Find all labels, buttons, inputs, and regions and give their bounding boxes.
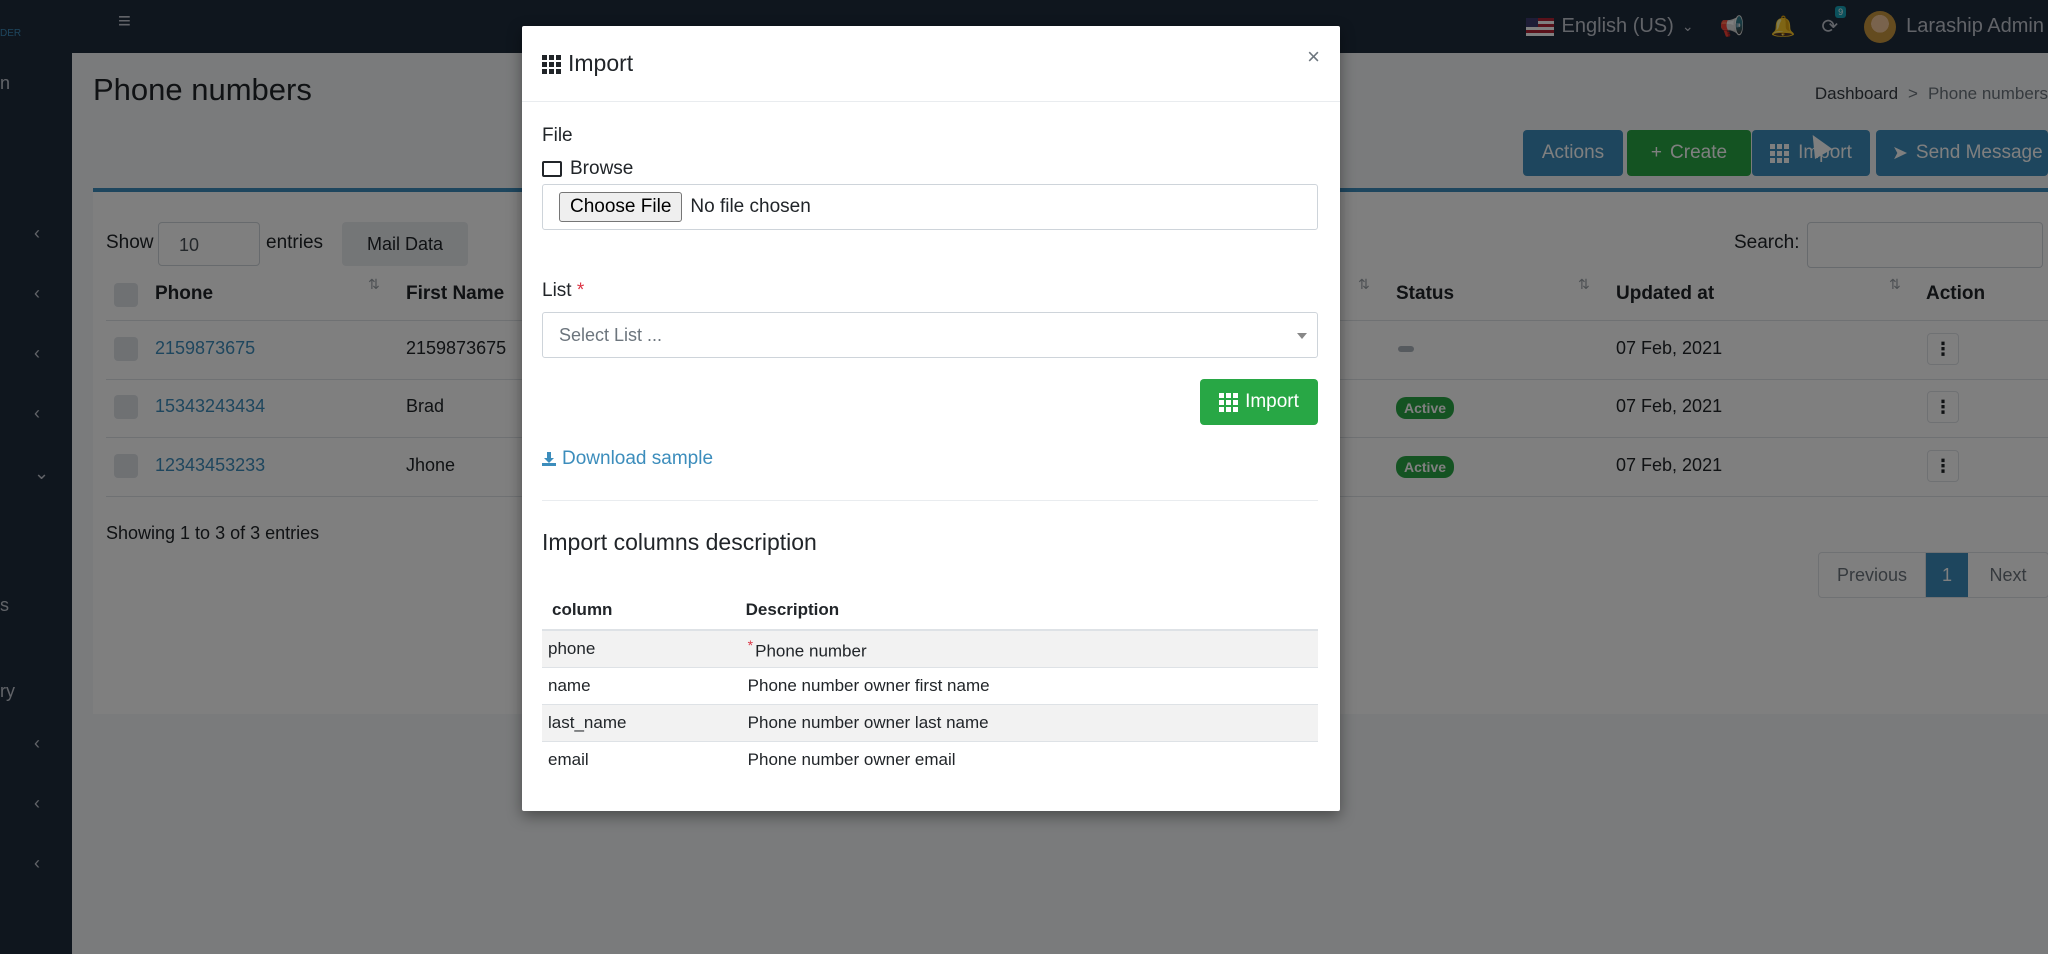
table-row: name Phone number owner first name bbox=[542, 667, 1318, 705]
folder-open-icon bbox=[542, 161, 562, 177]
modal-title-text: Import bbox=[568, 50, 634, 76]
desc-description-cell: * Phone number bbox=[735, 629, 1318, 668]
table-row: last_name Phone number owner last name bbox=[542, 704, 1318, 742]
file-label: File bbox=[542, 125, 573, 146]
grid-icon bbox=[542, 54, 562, 74]
list-select[interactable]: Select List ... bbox=[542, 312, 1318, 358]
desc-description-cell: Phone number owner first name bbox=[735, 667, 1318, 705]
required-mark: * bbox=[747, 636, 754, 653]
download-icon bbox=[542, 452, 556, 466]
table-row: email Phone number owner email bbox=[542, 741, 1318, 778]
desc-header-description: Description bbox=[735, 591, 1318, 631]
browse-label: Browse bbox=[570, 158, 634, 179]
desc-column-cell: name bbox=[542, 667, 736, 705]
browse-row: Browse bbox=[542, 158, 633, 180]
import-submit-button[interactable]: Import bbox=[1200, 379, 1318, 425]
list-select-placeholder: Select List ... bbox=[559, 324, 663, 345]
download-sample-link[interactable]: Download sample bbox=[542, 448, 713, 470]
file-input[interactable]: Choose File No file chosen bbox=[542, 184, 1318, 230]
divider bbox=[542, 500, 1318, 501]
desc-column-cell: email bbox=[542, 741, 736, 778]
desc-column-cell: last_name bbox=[542, 704, 736, 742]
desc-description-cell: Phone number owner last name bbox=[735, 704, 1318, 742]
grid-icon bbox=[1219, 393, 1239, 412]
download-sample-label: Download sample bbox=[562, 448, 714, 469]
table-row: phone * Phone number bbox=[542, 629, 1318, 668]
no-file-text: No file chosen bbox=[690, 196, 811, 217]
desc-description-cell: Phone number owner email bbox=[735, 741, 1318, 778]
desc-column-cell: phone bbox=[542, 629, 736, 668]
columns-description-table: column Description phone * Phone number n… bbox=[542, 591, 1318, 778]
columns-description-title: Import columns description bbox=[542, 529, 817, 555]
modal-title: Import bbox=[542, 50, 633, 77]
modal-header: Import × bbox=[522, 26, 1340, 102]
desc-header-column: column bbox=[542, 591, 736, 631]
choose-file-button[interactable]: Choose File bbox=[559, 192, 683, 222]
import-submit-label: Import bbox=[1245, 391, 1299, 412]
import-modal: Import × File Browse Choose File No file… bbox=[522, 26, 1340, 811]
required-mark: * bbox=[576, 280, 585, 301]
caret-down-icon bbox=[1297, 333, 1307, 339]
close-icon[interactable]: × bbox=[1307, 44, 1320, 70]
list-label: List * bbox=[542, 280, 585, 301]
